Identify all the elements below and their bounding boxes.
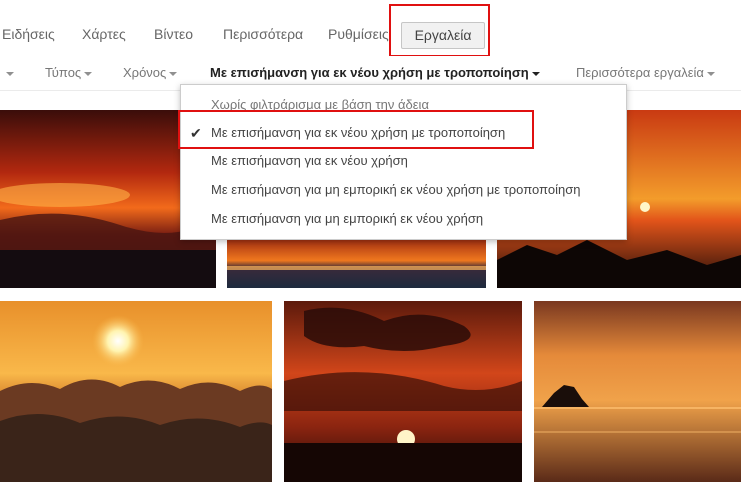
sunset-sea-rock-image bbox=[534, 301, 741, 482]
license-option-reuse-modification[interactable]: ✔ Με επισήμανση για εκ νέου χρήση με τρο… bbox=[181, 119, 626, 147]
more-tools-label: Περισσότερα εργαλεία bbox=[576, 65, 704, 80]
license-dropdown-menu: Χωρίς φιλτράρισμα με βάση την άδεια ✔ Με… bbox=[180, 84, 627, 240]
type-filter-label: Τύπος bbox=[45, 65, 82, 80]
time-filter[interactable]: Χρόνος bbox=[123, 65, 178, 80]
license-option-label: Με επισήμανση για εκ νέου χρήση με τροπο… bbox=[211, 125, 506, 140]
sunset-dark-clouds-image bbox=[284, 301, 522, 482]
nav-more[interactable]: Περισσότερα bbox=[223, 26, 303, 42]
image-result[interactable] bbox=[534, 301, 741, 482]
size-filter[interactable] bbox=[3, 65, 14, 80]
chevron-down-icon bbox=[169, 71, 178, 76]
nav-maps[interactable]: Χάρτες bbox=[82, 26, 126, 42]
license-filter[interactable]: Με επισήμανση για εκ νέου χρήση με τροπο… bbox=[210, 65, 540, 80]
license-option-noncommercial-modification[interactable]: Με επισήμανση για μη εμπορική εκ νέου χρ… bbox=[181, 176, 626, 204]
time-filter-label: Χρόνος bbox=[123, 65, 167, 80]
type-filter[interactable]: Τύπος bbox=[45, 65, 93, 80]
search-nav-bar: Ειδήσεις Χάρτες Βίντεο Περισσότερα Ρυθμί… bbox=[0, 0, 741, 57]
license-option-noncommercial[interactable]: Με επισήμανση για μη εμπορική εκ νέου χρ… bbox=[181, 205, 626, 233]
sun-above-clouds-image bbox=[0, 301, 272, 482]
image-result[interactable] bbox=[284, 301, 522, 482]
nav-videos[interactable]: Βίντεο bbox=[154, 26, 193, 42]
more-tools-filter[interactable]: Περισσότερα εργαλεία bbox=[576, 65, 715, 80]
chevron-down-icon bbox=[706, 71, 715, 76]
license-filter-label: Με επισήμανση για εκ νέου χρήση με τροπο… bbox=[210, 65, 529, 80]
license-option-reuse[interactable]: Με επισήμανση για εκ νέου χρήση bbox=[181, 147, 626, 175]
nav-settings[interactable]: Ρυθμίσεις bbox=[328, 26, 389, 42]
chevron-down-icon bbox=[531, 71, 540, 76]
tools-button[interactable]: Εργαλεία bbox=[401, 22, 485, 49]
sunset-sea-horizon-image bbox=[227, 238, 486, 288]
image-result[interactable] bbox=[227, 238, 486, 288]
nav-news[interactable]: Ειδήσεις bbox=[2, 26, 55, 42]
license-option-no-filter[interactable]: Χωρίς φιλτράρισμα με βάση την άδεια bbox=[181, 91, 626, 119]
chevron-down-icon bbox=[6, 71, 14, 76]
chevron-down-icon bbox=[84, 71, 93, 76]
checkmark-icon: ✔ bbox=[190, 125, 202, 141]
image-result[interactable] bbox=[0, 301, 272, 482]
